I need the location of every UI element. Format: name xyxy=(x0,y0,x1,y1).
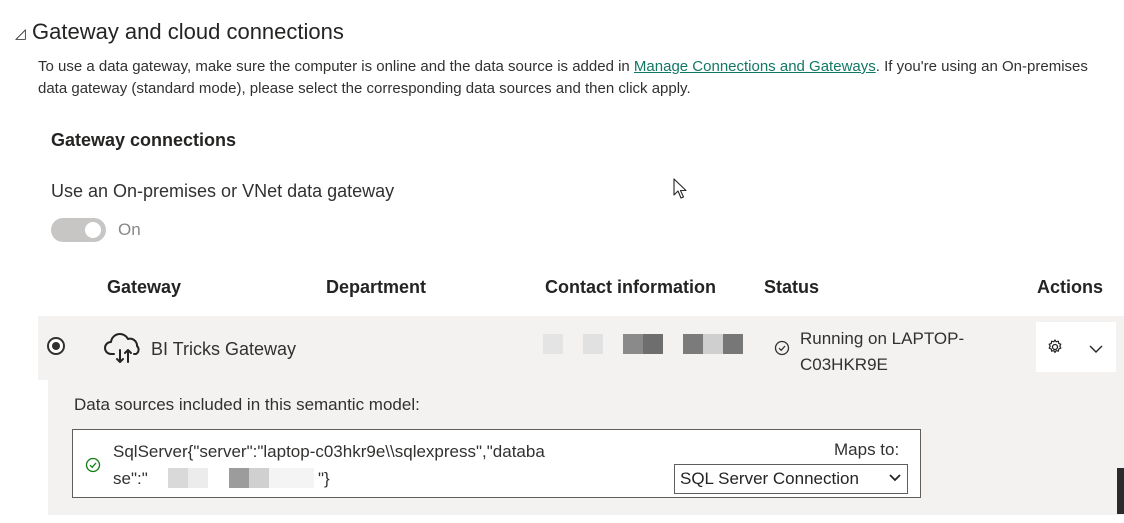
data-sources-label: Data sources included in this semantic m… xyxy=(74,395,420,414)
redacted-database-block xyxy=(229,468,249,488)
gateway-status: Running on LAPTOP-C03HKR9E xyxy=(800,329,965,374)
redacted-database-block xyxy=(168,468,188,488)
data-source-text-end: "} xyxy=(318,469,330,488)
gateway-name: BI Tricks Gateway xyxy=(151,339,297,359)
redacted-contact-block xyxy=(703,334,723,354)
column-header-actions: Actions xyxy=(1037,277,1104,297)
redacted-database-block xyxy=(249,468,269,488)
select-chevron-down-icon xyxy=(889,474,901,482)
redacted-contact-block xyxy=(583,334,603,354)
gateway-connections-heading: Gateway connections xyxy=(51,130,237,150)
manage-connections-link[interactable]: Manage Connections and Gateways xyxy=(634,58,876,75)
column-header-department: Department xyxy=(326,277,427,297)
maps-to-value: SQL Server Connection xyxy=(680,469,859,488)
chevron-down-icon[interactable] xyxy=(1088,344,1104,354)
gateway-toggle[interactable] xyxy=(51,218,106,242)
column-header-contact: Contact information xyxy=(545,277,716,297)
redacted-contact-block xyxy=(543,334,563,354)
redacted-database-block xyxy=(269,468,314,488)
screen-edge-bar xyxy=(1117,468,1124,514)
section-title[interactable]: Gateway and cloud connections xyxy=(32,19,344,45)
cloud-gateway-icon xyxy=(104,333,140,363)
radio-selected-dot xyxy=(52,342,60,350)
description-text-before: To use a data gateway, make sure the com… xyxy=(38,58,634,75)
toggle-state-label: On xyxy=(118,220,141,239)
status-check-icon xyxy=(774,340,790,356)
redacted-contact-block xyxy=(723,334,743,354)
redacted-contact-block xyxy=(623,334,643,354)
success-check-icon xyxy=(85,457,101,473)
gateway-radio-button[interactable] xyxy=(47,337,65,355)
data-source-text-line2: se":" xyxy=(113,469,148,488)
redacted-contact-block xyxy=(683,334,703,354)
redacted-database-block xyxy=(188,468,208,488)
redacted-contact-block xyxy=(643,334,663,354)
section-description: To use a data gateway, make sure the com… xyxy=(38,56,1114,100)
column-header-status: Status xyxy=(764,277,820,297)
use-gateway-label: Use an On-premises or VNet data gateway xyxy=(51,181,395,201)
maps-to-select[interactable]: SQL Server Connection xyxy=(674,464,908,494)
gear-icon[interactable] xyxy=(1046,338,1064,356)
column-header-gateway: Gateway xyxy=(107,277,182,297)
data-source-text-line1: SqlServer{"server":"laptop-c03hkr9e\\sql… xyxy=(113,442,545,461)
collapse-triangle-icon[interactable]: ◿ xyxy=(15,26,26,40)
toggle-knob xyxy=(85,222,101,238)
maps-to-label: Maps to: xyxy=(834,440,900,459)
mouse-cursor-icon xyxy=(673,178,687,199)
